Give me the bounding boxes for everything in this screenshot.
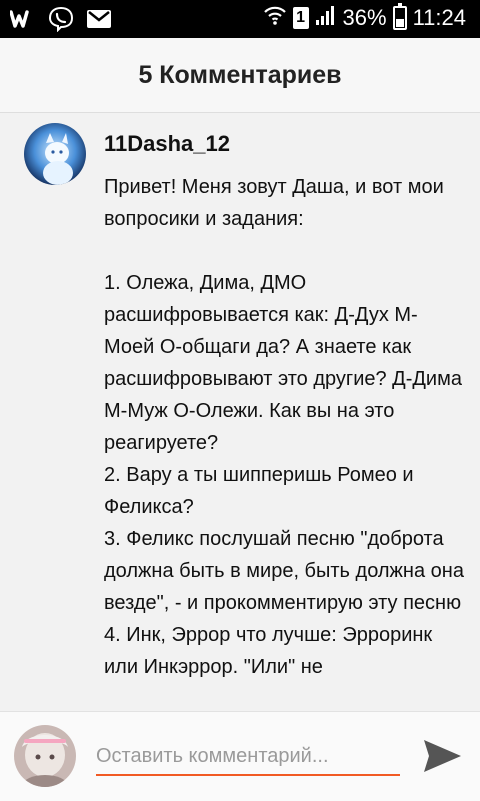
page-title: 5 Комментариев <box>138 60 342 89</box>
notification-icons <box>10 6 112 32</box>
comment-item: 11Dasha_12 Привет! Меня зовут Даша, и во… <box>0 113 480 711</box>
gmail-icon <box>86 6 112 32</box>
battery-icon <box>392 2 407 30</box>
send-icon <box>420 740 464 781</box>
status-bar: 1 36% 11:24 <box>0 0 480 38</box>
comments-header: 5 Комментариев <box>0 38 480 113</box>
comment-input[interactable] <box>96 738 400 776</box>
comment-author[interactable]: 11Dasha_12 <box>104 131 230 157</box>
system-status: 1 36% 11:24 <box>263 2 466 31</box>
sim-card-icon: 1 <box>292 6 309 29</box>
clock: 11:24 <box>412 4 466 30</box>
wifi-icon <box>263 5 287 30</box>
comment-text: Привет! Меня зовут Даша, и вот мои вопро… <box>104 176 464 678</box>
avatar[interactable] <box>24 123 86 185</box>
wattpad-icon <box>10 6 36 32</box>
comment-composer <box>0 711 480 801</box>
battery-level <box>395 19 404 27</box>
signal-icon <box>315 4 337 31</box>
battery-percent: 36% <box>342 4 387 30</box>
viber-icon <box>48 6 74 32</box>
user-avatar <box>14 725 76 787</box>
send-button[interactable] <box>420 734 464 778</box>
